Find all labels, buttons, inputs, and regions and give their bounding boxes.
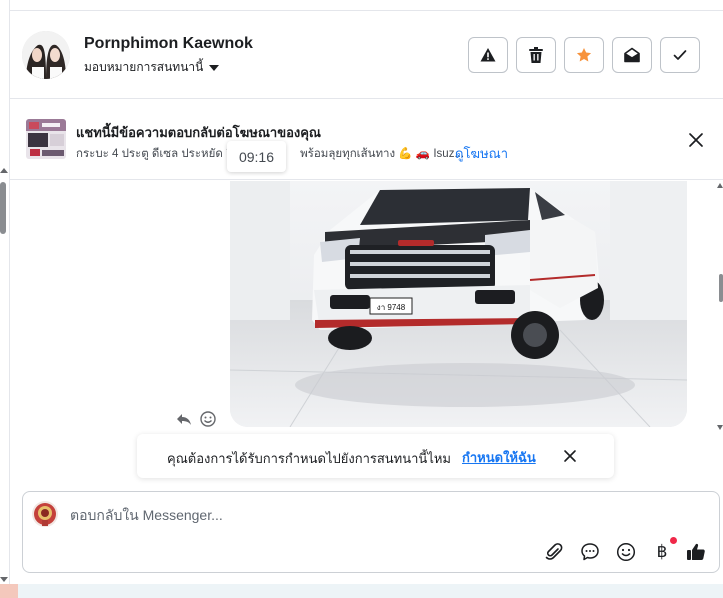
assign-conversation-dropdown[interactable]: มอบหมายการสนทนานี้	[84, 58, 220, 77]
scroll-down-arrow-icon[interactable]	[0, 574, 8, 584]
saved-replies-button[interactable]	[579, 541, 601, 563]
attach-button[interactable]	[543, 541, 565, 563]
bottom-tab[interactable]	[0, 584, 18, 598]
ad-description-tail: พร้อมลุยทุกเส้นทาง 💪 🚗 Isuz...	[300, 148, 465, 160]
mark-done-button[interactable]	[660, 37, 700, 73]
inbox-conversation-panel: Pornphimon Kaewnok มอบหมายการสนทนานี้ แช…	[0, 0, 723, 598]
scroll-up-arrow-icon[interactable]	[0, 166, 8, 176]
message-actions	[176, 411, 216, 427]
emoji-button[interactable]	[615, 541, 637, 563]
thumbs-up-icon	[687, 543, 705, 560]
license-plate-text: งา 9748	[377, 303, 406, 312]
envelope-open-icon	[624, 47, 640, 63]
assign-label: มอบหมายการสนทนานี้	[84, 60, 204, 74]
contact-avatar[interactable]	[22, 31, 70, 79]
ad-reply-banner: แชทนี้มีข้อความตอบกลับต่อโฆษณาของคุณ กระ…	[10, 100, 723, 180]
right-scroll-down-icon[interactable]	[717, 423, 723, 431]
baht-icon: ฿	[656, 542, 668, 561]
assign-prompt-question: คุณต้องการได้รับการกำหนดไปยังการสนทนานี้…	[167, 451, 451, 466]
message-image-attachment[interactable]: งา 9748	[230, 181, 687, 427]
page-avatar	[32, 501, 58, 527]
star-button[interactable]	[564, 37, 604, 73]
right-scrollbar-thumb[interactable]	[719, 274, 723, 302]
notification-dot	[670, 537, 677, 544]
like-button[interactable]	[685, 541, 707, 563]
left-panel-edge	[0, 0, 10, 598]
assign-to-me-prompt: คุณต้องการได้รับการกำหนดไปยังการสนทนานี้…	[137, 434, 614, 478]
warning-icon	[480, 48, 496, 62]
payment-button[interactable]: ฿	[651, 537, 677, 563]
reply-input[interactable]	[70, 505, 630, 525]
assign-to-me-link[interactable]: กำหนดให้ฉัน	[462, 447, 536, 468]
dismiss-prompt-icon[interactable]	[563, 449, 577, 463]
bottom-status-strip	[0, 584, 723, 598]
ad-thumbnail[interactable]	[26, 119, 66, 159]
ad-description-text: กระบะ 4 ประตู ดีเซล ประหยัด อี	[76, 148, 233, 160]
close-icon[interactable]	[686, 130, 706, 150]
trash-icon	[529, 47, 543, 63]
conversation-header: Pornphimon Kaewnok มอบหมายการสนทนานี้	[10, 11, 723, 99]
mark-unread-button[interactable]	[612, 37, 652, 73]
caret-down-icon	[209, 64, 220, 71]
contact-name[interactable]: Pornphimon Kaewnok	[84, 35, 253, 53]
message-composer: ฿	[22, 491, 720, 573]
spam-button[interactable]	[468, 37, 508, 73]
react-emoji-icon[interactable]	[200, 411, 216, 427]
paperclip-icon	[545, 543, 563, 560]
checkmark-icon	[673, 50, 687, 60]
left-scrollbar-thumb[interactable]	[0, 182, 6, 234]
emoji-icon	[616, 542, 636, 562]
pickup-truck-photo: งา 9748	[230, 181, 687, 427]
message-timestamp: 09:16	[227, 141, 286, 172]
ad-thumbnail-image	[26, 119, 66, 159]
delete-button[interactable]	[516, 37, 556, 73]
avatar-photo	[22, 31, 70, 79]
view-ad-link[interactable]: ดูโฆษณา	[455, 143, 508, 164]
reply-icon[interactable]	[176, 411, 192, 427]
ad-banner-title: แชทนี้มีข้อความตอบกลับต่อโฆษณาของคุณ	[76, 125, 321, 140]
star-icon	[576, 48, 592, 62]
chat-bubble-icon	[581, 543, 599, 561]
right-scroll-up-icon[interactable]	[717, 182, 723, 190]
page-avatar-image	[32, 501, 58, 527]
